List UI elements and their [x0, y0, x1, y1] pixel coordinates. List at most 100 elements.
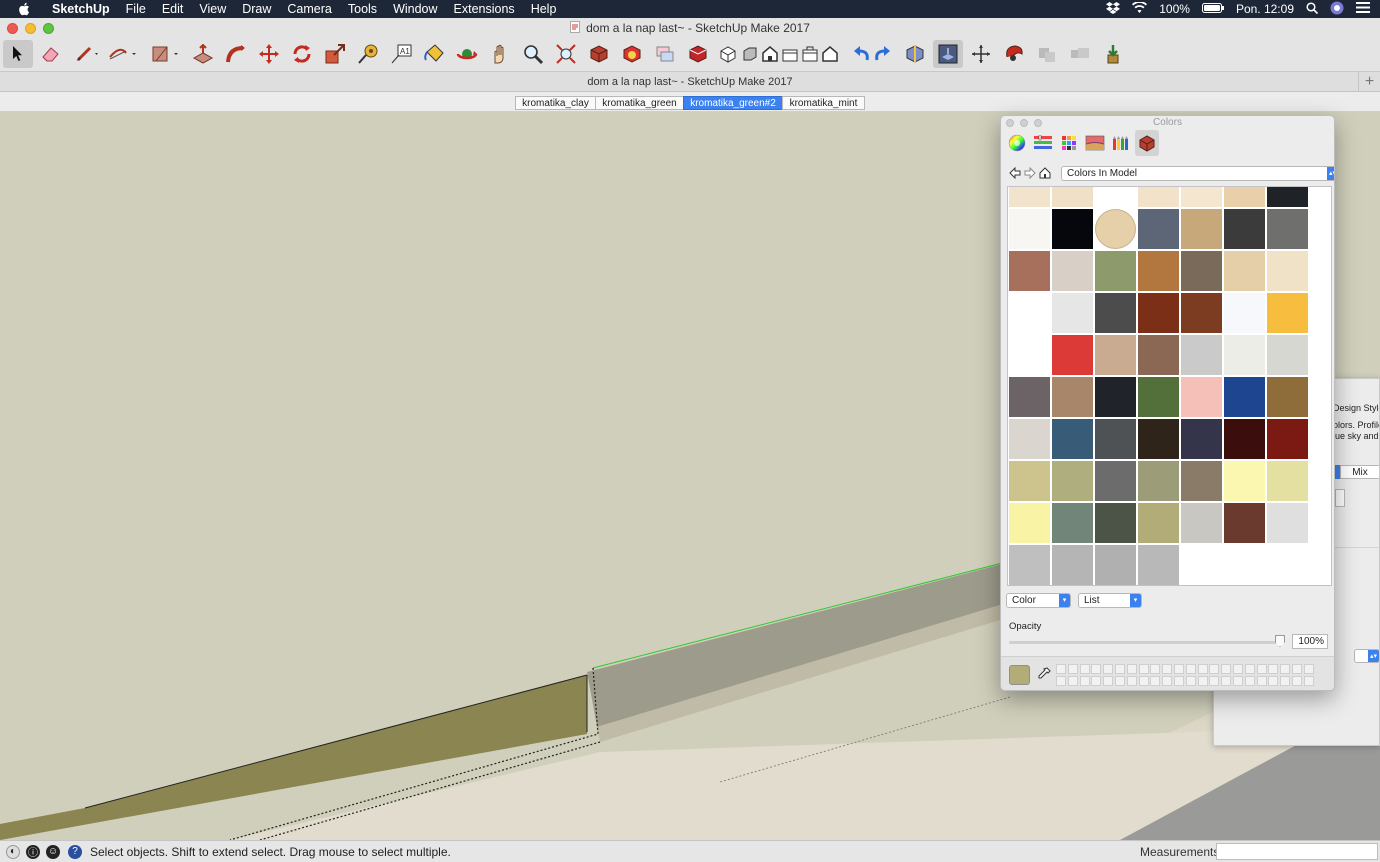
material-swatch[interactable] [1052, 209, 1093, 249]
material-swatch[interactable] [1052, 187, 1093, 207]
pan-tool-button[interactable] [485, 40, 515, 68]
menu-extensions[interactable]: Extensions [446, 2, 523, 16]
material-swatch[interactable] [1052, 251, 1093, 291]
material-swatch[interactable] [1267, 335, 1308, 375]
favorite-color-slot[interactable] [1056, 676, 1066, 686]
material-swatch[interactable] [1181, 293, 1222, 333]
favorite-color-slot[interactable] [1103, 664, 1114, 674]
menu-camera[interactable]: Camera [279, 2, 339, 16]
favorite-color-slot[interactable] [1079, 676, 1090, 686]
eyedropper-icon[interactable] [1037, 667, 1051, 681]
notification-center-icon[interactable] [1356, 2, 1370, 16]
favorite-color-slot[interactable] [1150, 676, 1161, 686]
material-swatch[interactable] [1181, 461, 1222, 501]
menu-tools[interactable]: Tools [340, 2, 385, 16]
styles-panel-select[interactable]: ▴▾ [1354, 649, 1379, 663]
favorite-color-slot[interactable] [1103, 676, 1114, 686]
material-swatch[interactable] [1267, 377, 1308, 417]
favorite-color-slot[interactable] [1244, 676, 1255, 686]
material-swatch[interactable] [1181, 335, 1222, 375]
favorite-color-slot[interactable] [1162, 664, 1173, 674]
favorite-color-slot[interactable] [1091, 676, 1102, 686]
menu-app-name[interactable]: SketchUp [44, 2, 118, 16]
styles-panel-control[interactable] [1335, 489, 1345, 507]
credits-icon[interactable]: ⓘ [26, 844, 40, 859]
material-swatch[interactable] [1095, 545, 1136, 585]
favorite-color-slot[interactable] [1115, 664, 1125, 674]
material-swatch[interactable] [1267, 503, 1308, 543]
material-swatch[interactable] [1224, 293, 1265, 333]
scene-tab-kromatika-mint[interactable]: kromatika_mint [782, 96, 865, 110]
favorite-color-slot[interactable] [1126, 664, 1137, 674]
material-swatch[interactable] [1095, 377, 1136, 417]
material-swatch[interactable] [1052, 377, 1093, 417]
material-swatch[interactable] [1052, 419, 1093, 459]
menu-window[interactable]: Window [385, 2, 445, 16]
opacity-slider-thumb[interactable] [1275, 635, 1285, 647]
material-swatch[interactable] [1224, 503, 1265, 543]
sketchup-materials-mode-button[interactable] [1135, 130, 1159, 156]
clock[interactable]: Pon. 12:09 [1236, 2, 1294, 16]
material-swatch[interactable] [1009, 209, 1050, 249]
forward-arrow-icon[interactable] [1024, 166, 1036, 180]
crayons-mode-button[interactable] [1109, 130, 1133, 156]
components-button[interactable] [584, 40, 614, 68]
styles-button[interactable] [617, 40, 647, 68]
favorite-color-slot[interactable] [1150, 664, 1161, 674]
wifi-icon[interactable] [1132, 1, 1148, 16]
material-swatch[interactable] [1009, 293, 1050, 333]
favorite-color-slot[interactable] [1256, 676, 1267, 686]
download-button[interactable] [1098, 40, 1128, 68]
material-swatch[interactable] [1138, 461, 1179, 501]
maximize-window-button[interactable] [43, 23, 54, 34]
favorite-color-slot[interactable] [1162, 676, 1173, 686]
material-swatch[interactable] [1138, 545, 1179, 585]
favorite-color-slot[interactable] [1197, 676, 1208, 686]
favorite-color-slot[interactable] [1209, 664, 1220, 674]
material-swatch[interactable] [1267, 209, 1308, 249]
material-swatch[interactable] [1267, 419, 1308, 459]
favorite-color-slot[interactable] [1209, 676, 1220, 686]
material-swatch[interactable] [1009, 335, 1050, 375]
back-arrow-icon[interactable] [1009, 166, 1021, 180]
favorite-color-slot[interactable] [1185, 664, 1196, 674]
material-swatch[interactable] [1181, 187, 1222, 207]
material-swatch[interactable] [1095, 251, 1136, 291]
favorite-color-slot[interactable] [1185, 676, 1196, 686]
material-swatch[interactable] [1095, 209, 1136, 249]
geolocation-icon[interactable]: ◐ [6, 844, 20, 859]
material-swatch[interactable] [1052, 293, 1093, 333]
user-account-icon[interactable] [1330, 1, 1344, 18]
material-swatch[interactable] [1009, 545, 1050, 585]
rotate-tool-button[interactable] [287, 40, 317, 68]
redo-button[interactable] [868, 40, 898, 68]
material-swatch[interactable] [1095, 187, 1136, 207]
color-wheel-mode-button[interactable] [1005, 130, 1029, 156]
favorite-color-slot[interactable] [1256, 664, 1267, 674]
layers-button[interactable] [650, 40, 680, 68]
menu-edit[interactable]: Edit [154, 2, 192, 16]
favorite-color-slot[interactable] [1056, 664, 1066, 674]
favorite-color-slot[interactable] [1067, 664, 1078, 674]
material-swatch[interactable] [1138, 503, 1179, 543]
favorite-color-slot[interactable] [1067, 676, 1078, 686]
home-icon[interactable] [1039, 167, 1051, 179]
favorite-color-slot[interactable] [1268, 676, 1279, 686]
material-swatch[interactable] [1138, 419, 1179, 459]
extension-one-button[interactable] [1032, 40, 1062, 68]
3d-warehouse-button[interactable] [683, 40, 713, 68]
view-iso-button[interactable] [716, 40, 740, 68]
menu-view[interactable]: View [191, 2, 234, 16]
material-swatch[interactable] [1224, 419, 1265, 459]
styles-toggle-button[interactable] [999, 40, 1029, 68]
color-palettes-mode-button[interactable] [1057, 130, 1081, 156]
scale-tool-button[interactable] [320, 40, 350, 68]
menu-help[interactable]: Help [523, 2, 565, 16]
material-swatch[interactable] [1095, 461, 1136, 501]
material-swatch[interactable] [1138, 335, 1179, 375]
color-sliders-mode-button[interactable] [1031, 130, 1055, 156]
material-swatch[interactable] [1052, 335, 1093, 375]
material-swatch[interactable] [1009, 419, 1050, 459]
orbit-tool-button[interactable] [452, 40, 482, 68]
arc-tool-button[interactable] [108, 40, 138, 68]
